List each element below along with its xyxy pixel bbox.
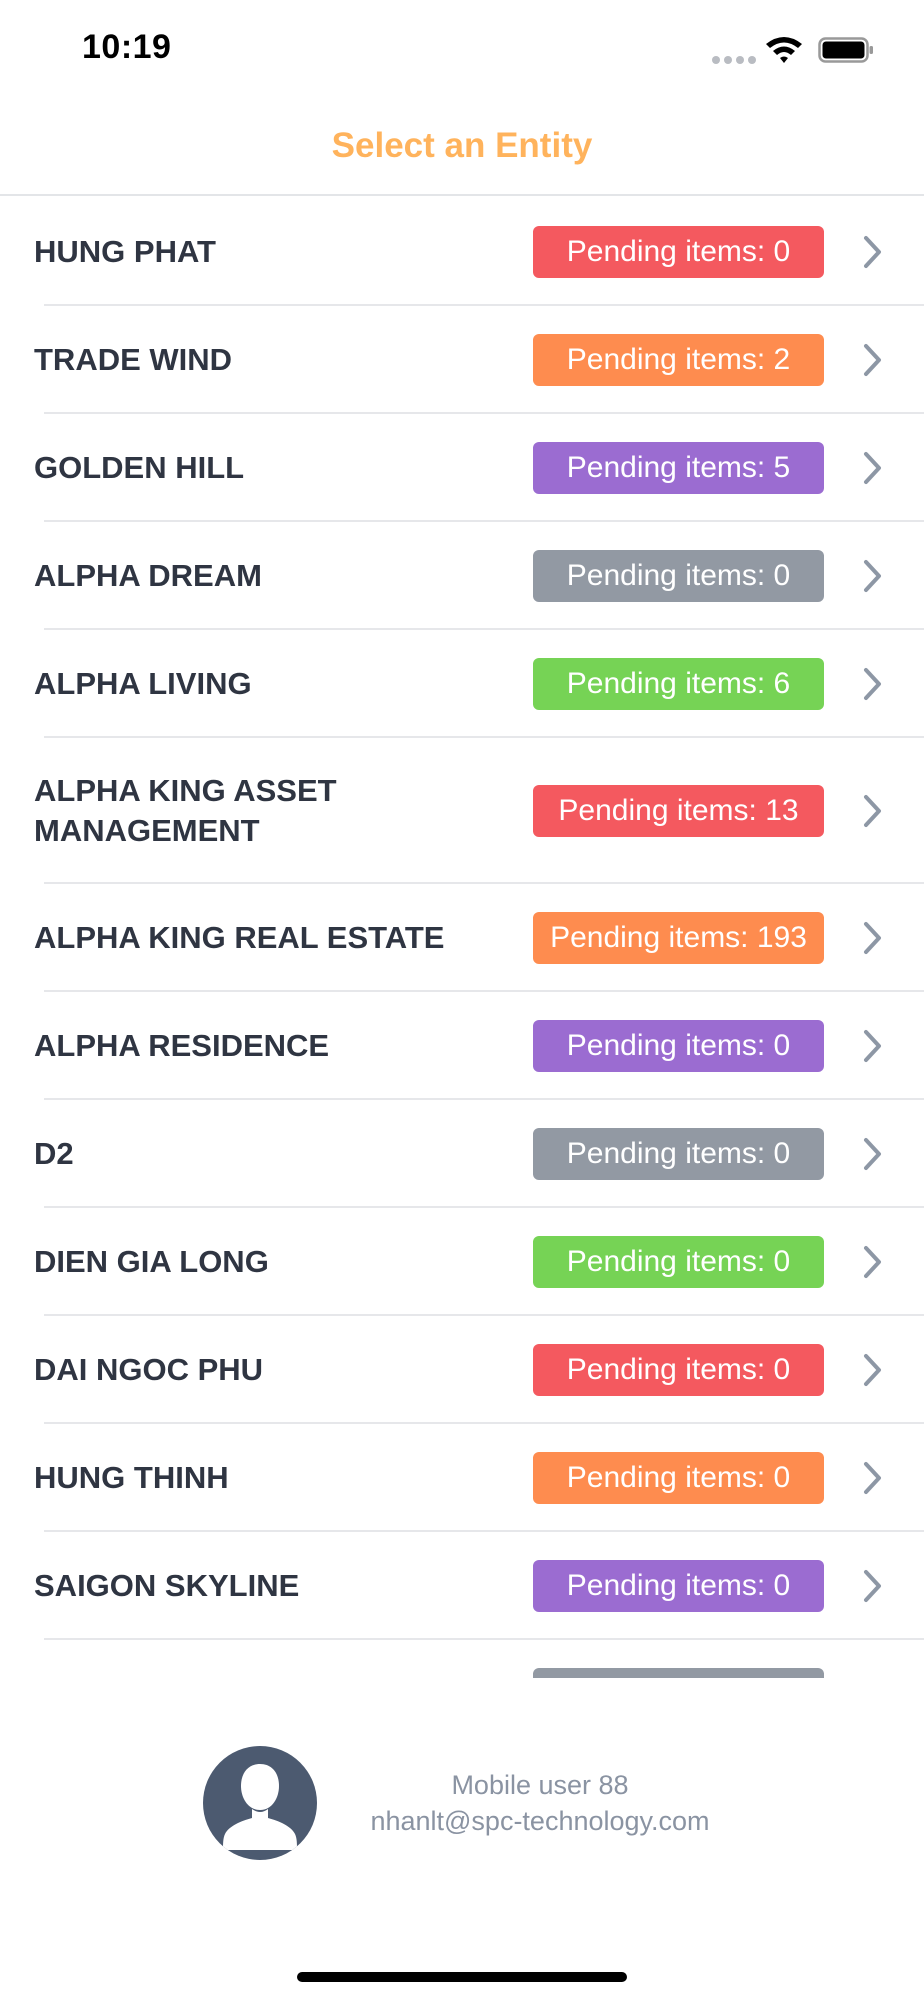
status-time: 10:19	[82, 28, 172, 66]
entity-row[interactable]: ALPHA KING REAL ESTATE Pending items: 193	[0, 884, 924, 992]
entity-row[interactable]: GOLDEN HILL Pending items: 5	[0, 414, 924, 522]
home-indicator[interactable]	[297, 1972, 627, 1982]
entity-row[interactable]: HUNG THINH Pending items: 0	[0, 1424, 924, 1532]
chevron-right-icon	[864, 1030, 881, 1062]
entity-list[interactable]: HUNG PHAT Pending items: 0 TRADE WIND Pendi…	[0, 198, 924, 1678]
chevron-right-icon	[864, 1570, 881, 1602]
chevron-right-icon	[864, 1138, 881, 1170]
chevron-right-icon	[864, 668, 881, 700]
pending-items-badge: Pending items: 0	[533, 226, 824, 278]
pending-items-badge	[533, 1668, 824, 1678]
entity-row[interactable]: HUNG PHAT Pending items: 0	[0, 198, 924, 306]
entity-name: ALPHA KING REAL ESTATE	[34, 920, 445, 955]
chevron-right-icon	[864, 922, 881, 954]
entity-row[interactable]	[0, 1640, 924, 1678]
chevron-right-icon	[864, 1354, 881, 1386]
battery-icon	[818, 37, 873, 63]
entity-row[interactable]: DAI NGOC PHU Pending items: 0	[0, 1316, 924, 1424]
wifi-icon	[766, 37, 802, 63]
pending-items-badge: Pending items: 5	[533, 442, 824, 494]
entity-name: D2	[34, 1136, 74, 1171]
pending-items-badge: Pending items: 0	[533, 550, 824, 602]
entity-row[interactable]: SAIGON SKYLINE Pending items: 0	[0, 1532, 924, 1640]
pending-items-badge: Pending items: 0	[533, 1344, 824, 1396]
entity-name: DAI NGOC PHU	[34, 1352, 264, 1387]
chevron-right-icon	[864, 1246, 881, 1278]
pending-items-badge: Pending items: 2	[533, 334, 824, 386]
pending-items-badge: Pending items: 6	[533, 658, 824, 710]
entity-row[interactable]: ALPHA KING ASSET MANAGEMENT Pending items…	[0, 738, 924, 884]
entity-name: GOLDEN HILL	[34, 450, 245, 485]
navigation-bar: Select an Entity	[0, 100, 924, 196]
entity-row[interactable]: D2 Pending items: 0	[0, 1100, 924, 1208]
entity-row[interactable]: TRADE WIND Pending items: 2	[0, 306, 924, 414]
entity-name: SAIGON SKYLINE	[34, 1568, 300, 1603]
entity-name: ALPHA KING ASSET MANAGEMENT	[34, 773, 337, 848]
entity-name: TRADE WIND	[34, 342, 233, 377]
user-silhouette-icon	[223, 1764, 297, 1850]
entity-name: ALPHA RESIDENCE	[34, 1028, 330, 1063]
chevron-right-icon	[864, 795, 881, 827]
entity-name: DIEN GIA LONG	[34, 1244, 269, 1279]
pending-items-badge: Pending items: 0	[533, 1452, 824, 1504]
pending-items-badge: Pending items: 0	[533, 1128, 824, 1180]
pending-items-badge: Pending items: 13	[533, 785, 824, 837]
avatar[interactable]	[203, 1746, 317, 1860]
entity-row[interactable]: ALPHA DREAM Pending items: 0	[0, 522, 924, 630]
entity-name: HUNG PHAT	[34, 234, 216, 269]
entity-row[interactable]: ALPHA RESIDENCE Pending items: 0	[0, 992, 924, 1100]
pending-items-badge: Pending items: 0	[533, 1236, 824, 1288]
user-name: Mobile user 88	[451, 1770, 629, 1800]
pending-items-badge: Pending items: 193	[533, 912, 824, 964]
page-title: Select an Entity	[331, 126, 593, 165]
chevron-right-icon	[864, 1462, 881, 1494]
entity-row[interactable]: DIEN GIA LONG Pending items: 0	[0, 1208, 924, 1316]
user-email: nhanlt@spc-technology.com	[370, 1806, 710, 1836]
entity-name: HUNG THINH	[34, 1460, 229, 1495]
entity-name: ALPHA LIVING	[34, 666, 252, 701]
chevron-right-icon	[864, 560, 881, 592]
entity-name: ALPHA DREAM	[34, 558, 262, 593]
chevron-right-icon	[864, 452, 881, 484]
chevron-right-icon	[864, 344, 881, 376]
chevron-right-icon	[864, 236, 881, 268]
pending-items-badge: Pending items: 0	[533, 1560, 824, 1612]
cellular-signal-icon	[712, 56, 756, 64]
status-bar: 10:19	[0, 0, 924, 100]
pending-items-badge: Pending items: 0	[533, 1020, 824, 1072]
entity-row[interactable]: ALPHA LIVING Pending items: 6	[0, 630, 924, 738]
user-footer: Mobile user 88 nhanlt@spc-technology.com	[0, 1678, 924, 2000]
